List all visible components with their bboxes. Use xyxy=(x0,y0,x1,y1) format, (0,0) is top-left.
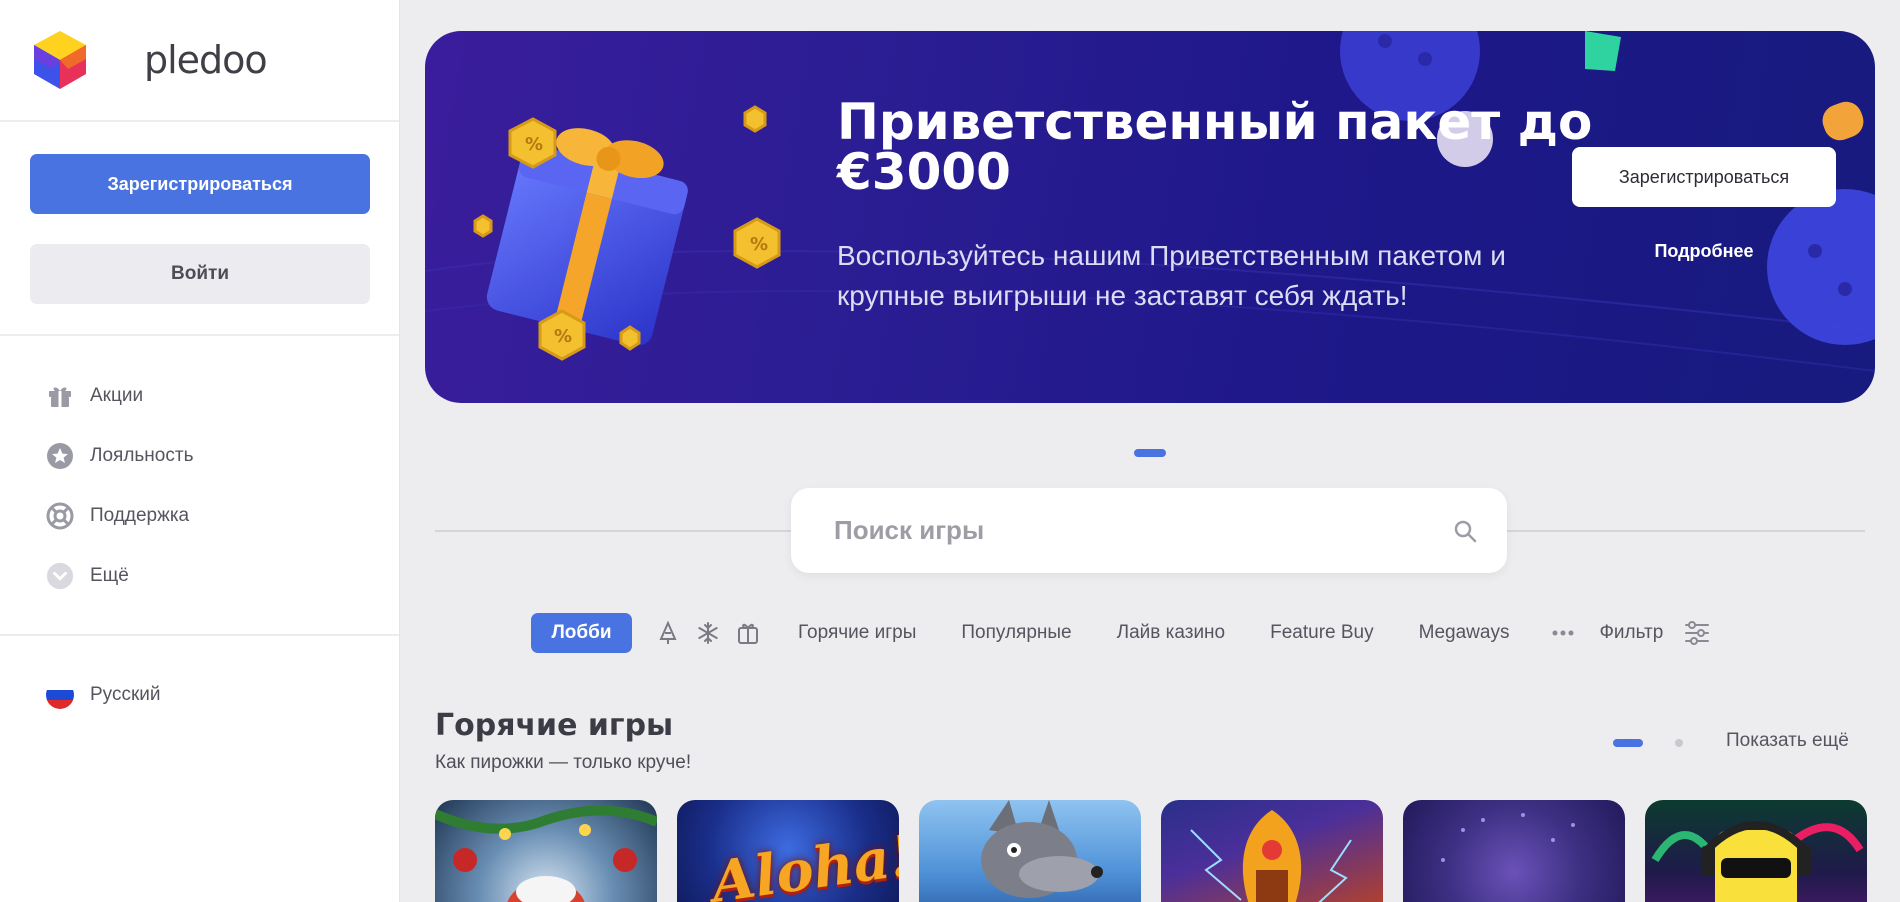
carousel-dot-active[interactable] xyxy=(1613,739,1643,747)
wolf-art-icon xyxy=(981,800,1103,898)
russia-flag-icon xyxy=(46,681,74,709)
game-card-neon[interactable] xyxy=(1645,800,1867,902)
banner-register-button[interactable]: Зарегистрироваться xyxy=(1572,147,1836,207)
fireworks-art-icon xyxy=(1441,813,1575,862)
sidebar-item-loyalty[interactable]: Лояльность xyxy=(0,426,399,486)
sidebar-item-promotions[interactable]: Акции xyxy=(0,366,399,426)
category-tabs: Лобби Горячие игры Популярные Лайв казин… xyxy=(531,613,1717,653)
lifebuoy-icon xyxy=(46,502,74,530)
sidebar-item-label: Лояльность xyxy=(90,445,194,466)
tab-lobby[interactable]: Лобби xyxy=(531,613,632,653)
sidebar-item-label: Акции xyxy=(90,385,144,406)
hot-games-title: Горячие игры xyxy=(435,708,674,743)
svg-text:%: % xyxy=(554,326,572,347)
register-button[interactable]: Зарегистрироваться xyxy=(30,154,370,214)
sidebar-item-label: Поддержка xyxy=(90,505,190,526)
snowflake-icon[interactable] xyxy=(688,613,728,653)
robot-dj-art-icon xyxy=(1651,821,1864,902)
sidebar-item-label: Ещё xyxy=(90,565,129,586)
chevron-down-icon xyxy=(46,562,74,590)
game-title-aloha: Aloha! xyxy=(707,822,899,902)
search-box[interactable] xyxy=(791,488,1507,573)
game-card-christmas[interactable] xyxy=(435,800,657,902)
banner-pagination-dot[interactable] xyxy=(1134,449,1166,457)
pharaoh-art-icon xyxy=(1190,810,1352,902)
tab-live-casino[interactable]: Лайв казино xyxy=(1117,622,1226,644)
christmas-tree-icon[interactable] xyxy=(648,613,688,653)
gift-box-icon[interactable] xyxy=(728,613,768,653)
game-card-egypt[interactable] xyxy=(1161,800,1383,902)
svg-text:%: % xyxy=(750,234,768,255)
hot-games-subtitle: Как пирожки — только круче! xyxy=(435,752,692,773)
tab-feature-buy[interactable]: Feature Buy xyxy=(1270,622,1374,644)
show-more-link[interactable]: Показать ещё xyxy=(1726,730,1849,752)
banner-subtitle: Воспользуйтесь нашим Приветственным паке… xyxy=(837,240,1506,311)
search-input[interactable] xyxy=(834,515,1414,546)
pledoo-logo-icon[interactable] xyxy=(32,29,88,91)
banner-more-link[interactable]: Подробнее xyxy=(1572,241,1836,262)
logo-text[interactable]: pledoo xyxy=(144,38,268,82)
logo-row: pledoo xyxy=(0,0,399,122)
game-card-wolf[interactable] xyxy=(919,800,1141,902)
game-card-aloha[interactable]: Aloha! xyxy=(677,800,899,902)
tab-popular[interactable]: Популярные xyxy=(961,622,1071,644)
language-label: Русский xyxy=(90,684,161,705)
search-icon[interactable] xyxy=(1453,519,1477,543)
tab-hot-games[interactable]: Горячие игры xyxy=(798,622,916,644)
game-card-purple[interactable] xyxy=(1403,800,1625,902)
hot-games-row: Aloha! xyxy=(435,800,1887,902)
filter-label[interactable]: Фильтр xyxy=(1599,622,1663,644)
star-icon xyxy=(46,442,74,470)
gift-icon xyxy=(46,382,74,410)
more-dots-icon[interactable] xyxy=(1543,613,1583,653)
sidebar-item-support[interactable]: Поддержка xyxy=(0,486,399,546)
language-selector[interactable]: Русский xyxy=(0,636,399,740)
sidebar-nav: Акции Лояльность Поддержка Ещё xyxy=(0,336,399,636)
tab-megaways[interactable]: Megaways xyxy=(1419,622,1510,644)
promo-banner: %%% Приветственный пакет до €3000 Воспол… xyxy=(425,31,1875,403)
svg-text:%: % xyxy=(525,134,543,155)
filter-sliders-icon[interactable] xyxy=(1677,613,1717,653)
sidebar-item-more[interactable]: Ещё xyxy=(0,546,399,606)
auth-section: Зарегистрироваться Войти xyxy=(0,122,399,336)
carousel-dot[interactable] xyxy=(1675,739,1683,747)
gift-illustration-icon: %%% xyxy=(425,31,1875,372)
login-button[interactable]: Войти xyxy=(30,244,370,304)
sidebar: pledoo Зарегистрироваться Войти Акции Ло… xyxy=(0,0,400,902)
banner-title: Приветственный пакет до €3000 xyxy=(837,93,1593,201)
christmas-art-icon xyxy=(435,805,657,902)
